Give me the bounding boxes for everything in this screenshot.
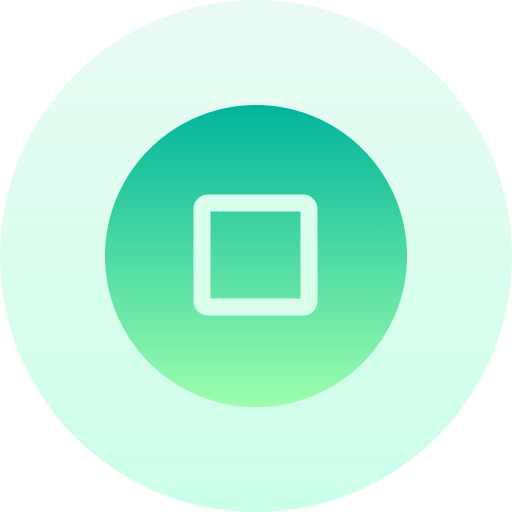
stop-icon-svg <box>0 0 512 512</box>
inner-circle[interactable] <box>105 105 407 407</box>
stop-button-graphic <box>0 0 512 512</box>
